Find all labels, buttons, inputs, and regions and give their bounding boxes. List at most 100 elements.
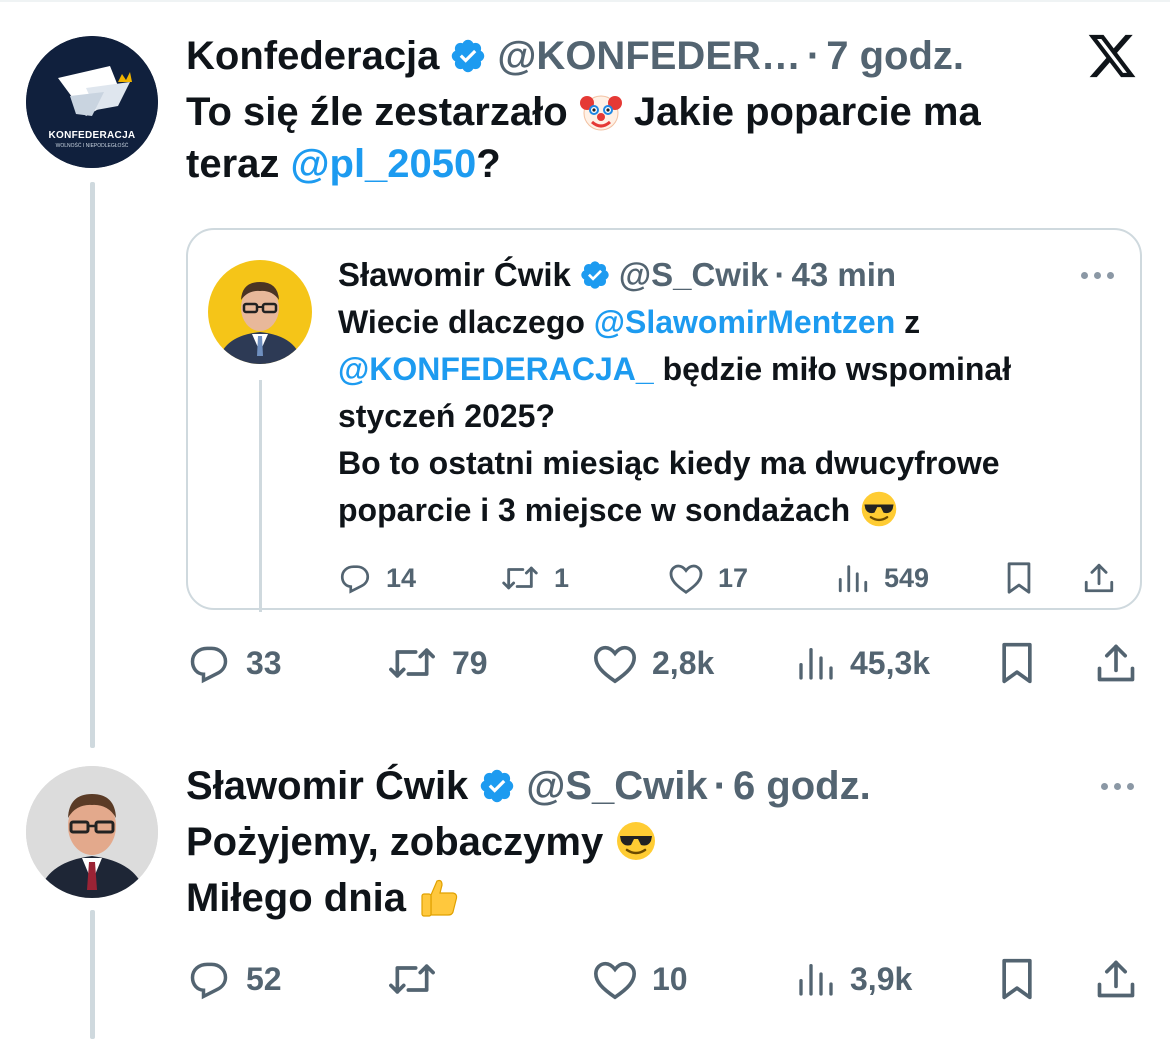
heart-icon <box>594 961 636 1000</box>
separator: · <box>806 33 821 78</box>
quote-header: Sławomir Ćwik @S_Cwik · 43 min <box>338 252 1114 298</box>
tweet-text-part: Miłego dnia <box>186 876 418 920</box>
thread-line <box>90 182 95 748</box>
bookmark-button[interactable] <box>998 641 1036 685</box>
avatar[interactable] <box>26 766 158 898</box>
like-count: 2,8k <box>652 644 715 681</box>
share-button[interactable] <box>1082 561 1116 595</box>
heart-icon <box>594 645 636 684</box>
reply-button[interactable]: 14 <box>338 561 416 595</box>
timestamp[interactable]: 7 godz. <box>826 34 964 79</box>
views-count: 3,9k <box>850 960 913 997</box>
reply-icon <box>190 646 228 684</box>
views-icon <box>799 964 833 996</box>
separator: · <box>713 763 727 808</box>
clown-face-emoji <box>579 95 622 131</box>
retweet-icon <box>502 566 538 590</box>
bookmark-icon <box>1002 958 1032 1000</box>
tweet-action-bar: 33 79 2,8k 45,3k <box>186 640 1144 686</box>
author-name[interactable]: Sławomir Ćwik <box>338 256 571 294</box>
views-icon <box>838 565 868 593</box>
author-name[interactable]: Sławomir Ćwik <box>186 764 468 809</box>
share-icon <box>1097 644 1135 682</box>
bookmark-button[interactable] <box>1004 561 1034 595</box>
retweet-button[interactable]: 79 <box>386 641 488 685</box>
mention-link[interactable]: @SlawomirMentzen <box>594 304 895 340</box>
views-button[interactable]: 45,3k <box>796 641 930 685</box>
timestamp[interactable]: 6 godz. <box>733 764 871 809</box>
avatar[interactable]: KONFEDERACJA WOLNOŚĆ I NIEPODLEGŁOŚĆ <box>26 36 158 168</box>
quote-text-part: Wiecie dlaczego <box>338 304 594 340</box>
like-count: 17 <box>718 562 749 593</box>
more-options-icon[interactable] <box>1101 776 1134 796</box>
quote-text: Wiecie dlaczego @SlawomirMentzen z @KONF… <box>338 299 1114 534</box>
bookmark-icon <box>1007 562 1031 594</box>
tweet-reply-cwik[interactable]: Sławomir Ćwik @S_Cwik · 6 godz. Pożyjemy… <box>0 760 1170 1039</box>
reply-icon <box>340 565 370 594</box>
like-button[interactable]: 2,8k <box>592 641 714 685</box>
verified-badge-icon <box>481 769 514 803</box>
quote-text-part: Bo to ostatni miesiąc kiedy ma dwucyfrow… <box>338 445 1000 481</box>
mention-link[interactable]: @pl_2050 <box>291 142 477 186</box>
avatar-sublabel: WOLNOŚĆ I NIEPODLEGŁOŚĆ <box>55 143 129 149</box>
author-name[interactable]: Konfederacja <box>186 34 439 79</box>
quoted-tweet[interactable]: Sławomir Ćwik @S_Cwik · 43 min Wiecie dl… <box>186 228 1142 612</box>
share-button[interactable] <box>1094 957 1138 1001</box>
like-button[interactable]: 17 <box>668 561 748 595</box>
x-logo-icon <box>1088 34 1136 78</box>
mention-link[interactable]: @KONFEDERACJA_ <box>338 351 654 387</box>
avatar[interactable] <box>208 260 312 364</box>
retweet-count: 79 <box>452 644 488 681</box>
tweet-action-bar: 52 10 3,9k <box>186 956 1144 1002</box>
tweet-text-part: Pożyjemy, zobaczymy <box>186 820 615 864</box>
thread-line <box>259 380 262 612</box>
like-button[interactable]: 10 <box>592 957 688 1001</box>
share-icon <box>1084 563 1114 593</box>
author-handle[interactable]: @S_Cwik <box>526 764 707 809</box>
share-button[interactable] <box>1094 641 1138 685</box>
views-count: 45,3k <box>850 644 931 681</box>
author-handle[interactable]: @KONFEDER… <box>497 34 800 79</box>
quote-text-part: będzie miło wspominał <box>653 351 1012 387</box>
avatar-photo-icon <box>208 260 312 364</box>
quote-action-bar: 14 1 17 549 <box>338 558 1118 598</box>
tweet-text-part: ? <box>476 142 501 186</box>
bookmark-button[interactable] <box>998 957 1036 1001</box>
retweet-count: 1 <box>554 562 570 593</box>
retweet-button[interactable]: 1 <box>500 561 569 595</box>
views-button[interactable]: 549 <box>836 561 929 595</box>
tweet-text: Pożyjemy, zobaczymy Miłego dnia <box>186 814 1144 926</box>
like-count: 10 <box>652 960 688 997</box>
tweet-header: Konfederacja @KONFEDER… · 7 godz. <box>186 30 1144 82</box>
timestamp[interactable]: 43 min <box>791 256 896 294</box>
tweet-header: Sławomir Ćwik @S_Cwik · 6 godz. <box>186 760 1144 812</box>
quote-text-part: z <box>895 304 921 340</box>
quote-text-part: poparcie i 3 miejsce w sondażach <box>338 492 860 528</box>
tweet-text-part: Jakie poparcie ma <box>633 90 981 134</box>
share-icon <box>1097 960 1135 998</box>
retweet-icon <box>389 648 435 678</box>
avatar-label: KONFEDERACJA <box>48 130 136 141</box>
reply-icon <box>190 962 228 1000</box>
more-options-icon[interactable] <box>1081 265 1114 285</box>
thumbs-up-emoji <box>421 879 458 917</box>
reply-count: 52 <box>246 960 282 997</box>
top-divider <box>0 0 1170 2</box>
reply-button[interactable]: 33 <box>186 641 282 685</box>
reply-button[interactable]: 52 <box>186 957 282 1001</box>
views-button[interactable]: 3,9k <box>796 957 912 1001</box>
quote-text-part: styczeń 2025? <box>338 398 556 434</box>
avatar-photo-icon <box>26 766 158 898</box>
views-icon <box>799 648 833 680</box>
tweet-text: To się źle zestarzało Jakie poparcie ma … <box>186 86 1144 190</box>
sunglasses-emoji <box>617 822 656 860</box>
bookmark-icon <box>1002 642 1032 684</box>
tweet-text-part: teraz <box>186 142 291 186</box>
heart-icon <box>669 564 703 594</box>
thread-line <box>90 910 95 1039</box>
retweet-icon <box>389 964 435 994</box>
retweet-button[interactable] <box>386 957 452 1001</box>
author-handle[interactable]: @S_Cwik <box>619 256 769 294</box>
reply-count: 33 <box>246 644 282 681</box>
verified-badge-icon <box>581 261 609 289</box>
